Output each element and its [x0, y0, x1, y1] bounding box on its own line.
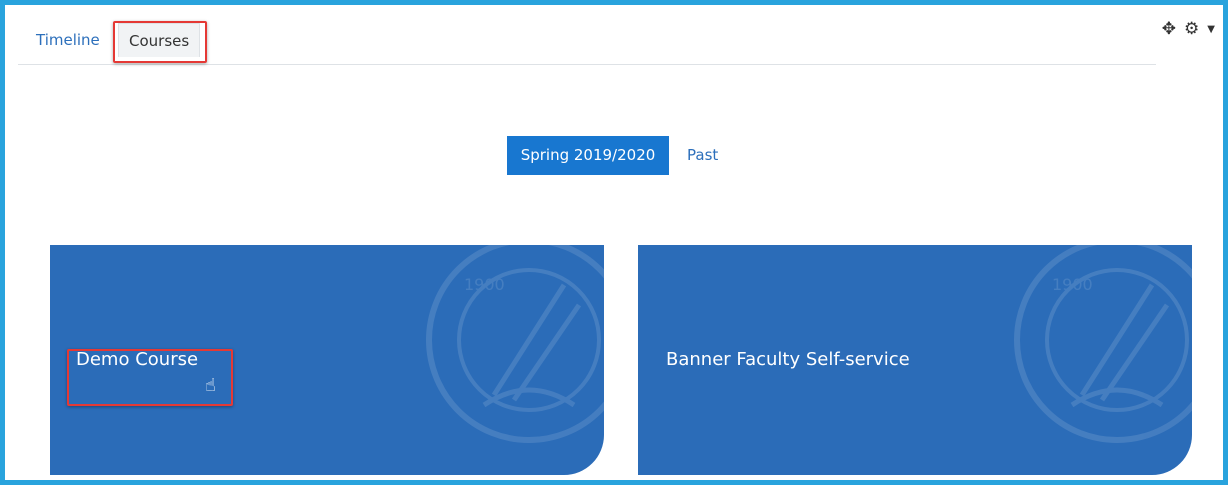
university-emblem-icon: 1900	[1014, 245, 1192, 443]
filter-past-link[interactable]: Past	[687, 136, 718, 175]
courses-tab-highlight	[113, 21, 207, 63]
hand-cursor-icon: ☝	[205, 375, 216, 396]
chevron-down-icon[interactable]: ▼	[1207, 24, 1215, 35]
filter-spring-button[interactable]: Spring 2019/2020	[507, 136, 669, 175]
block-controls: ✥ ⚙ ▼	[1162, 19, 1215, 39]
gear-icon[interactable]: ⚙	[1184, 19, 1199, 39]
screenshot-frame: Timeline Courses ✥ ⚙ ▼ Spring 2019/2020 …	[0, 0, 1228, 485]
university-emblem-icon: 1900	[426, 245, 604, 443]
move-icon[interactable]: ✥	[1162, 19, 1176, 39]
svg-text:1900: 1900	[464, 275, 505, 294]
tab-timeline[interactable]: Timeline	[26, 23, 110, 57]
course-card-banner[interactable]: 1900 Banner Faculty Self-service	[638, 245, 1192, 475]
course-title[interactable]: Banner Faculty Self-service	[666, 349, 910, 370]
svg-text:1900: 1900	[1052, 275, 1093, 294]
